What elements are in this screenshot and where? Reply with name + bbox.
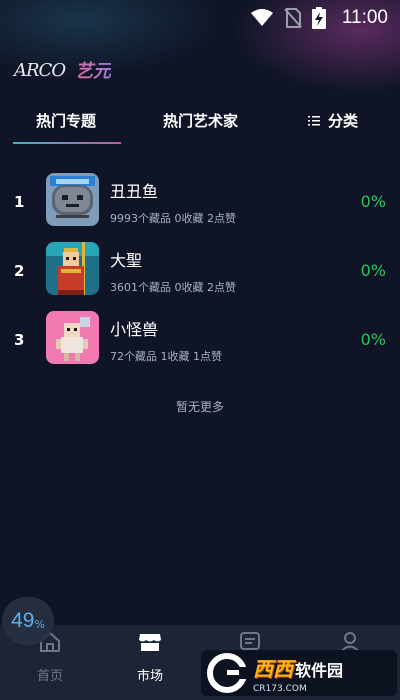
site-watermark: 西西 软件园 CR173.COM	[201, 650, 397, 696]
item-title: 丑丑鱼	[110, 182, 159, 201]
active-tab-indicator	[13, 142, 121, 144]
wifi-icon	[250, 9, 273, 26]
logo-chinese: 艺元	[75, 57, 111, 83]
floating-progress-badge[interactable]: 49 %	[2, 597, 54, 645]
no-sim-icon	[284, 8, 302, 28]
pixel-monster-icon	[46, 311, 99, 364]
item-meta: 9993个藏品 0收藏 2点赞	[110, 212, 236, 225]
logo-latin: ARCO	[14, 59, 66, 81]
tab-bar: 热门专题 热门艺术家 分类	[0, 100, 400, 144]
watermark-suffix: 软件园	[295, 660, 344, 680]
nav-market-label: 市场	[136, 669, 163, 684]
item-title: 大聖	[110, 251, 143, 270]
pixel-fish-icon	[46, 173, 99, 226]
status-bar: 11:00	[0, 0, 400, 36]
tab-category-label: 分类	[328, 112, 359, 130]
pixel-monkey-king-icon	[46, 242, 99, 295]
watermark-name: 西西	[253, 656, 293, 681]
item-percent: 0%	[360, 330, 386, 349]
tab-category[interactable]: 分类	[308, 110, 358, 131]
nav-market[interactable]: 市场	[100, 625, 200, 700]
tab-hot-artists[interactable]: 热门艺术家	[163, 110, 238, 131]
app-logo: ARCO 艺元	[14, 57, 111, 83]
rank-number: 2	[14, 262, 25, 280]
rank-number: 1	[14, 193, 25, 211]
watermark-site: CR173.COM	[253, 683, 307, 694]
tab-hot-topics[interactable]: 热门专题	[36, 110, 96, 131]
badge-value: 49	[11, 609, 35, 632]
item-percent: 0%	[360, 192, 386, 211]
watermark-logo-icon	[207, 653, 247, 693]
list-item[interactable]: 2 大聖 3601个藏品 0收藏 2点赞 0%	[0, 237, 400, 306]
topic-list: 1 丑丑鱼 9993个藏品 0收藏 2点赞 0% 2 大聖 3601个藏品 0收…	[0, 168, 400, 375]
item-meta: 3601个藏品 0收藏 2点赞	[110, 281, 236, 294]
list-item[interactable]: 3 小怪兽 72个藏品 1收藏 1点赞 0%	[0, 306, 400, 375]
status-time: 11:00	[341, 7, 388, 28]
rank-number: 3	[14, 331, 25, 349]
battery-charging-icon	[311, 7, 326, 29]
item-title: 小怪兽	[110, 320, 159, 339]
list-icon	[308, 115, 320, 125]
no-more-text: 暂无更多	[175, 400, 224, 414]
badge-unit: %	[34, 617, 45, 631]
item-meta: 72个藏品 1收藏 1点赞	[110, 350, 222, 363]
store-icon	[139, 634, 161, 651]
item-percent: 0%	[360, 261, 386, 280]
nav-home-label: 首页	[36, 669, 63, 684]
list-item[interactable]: 1 丑丑鱼 9993个藏品 0收藏 2点赞 0%	[0, 168, 400, 237]
